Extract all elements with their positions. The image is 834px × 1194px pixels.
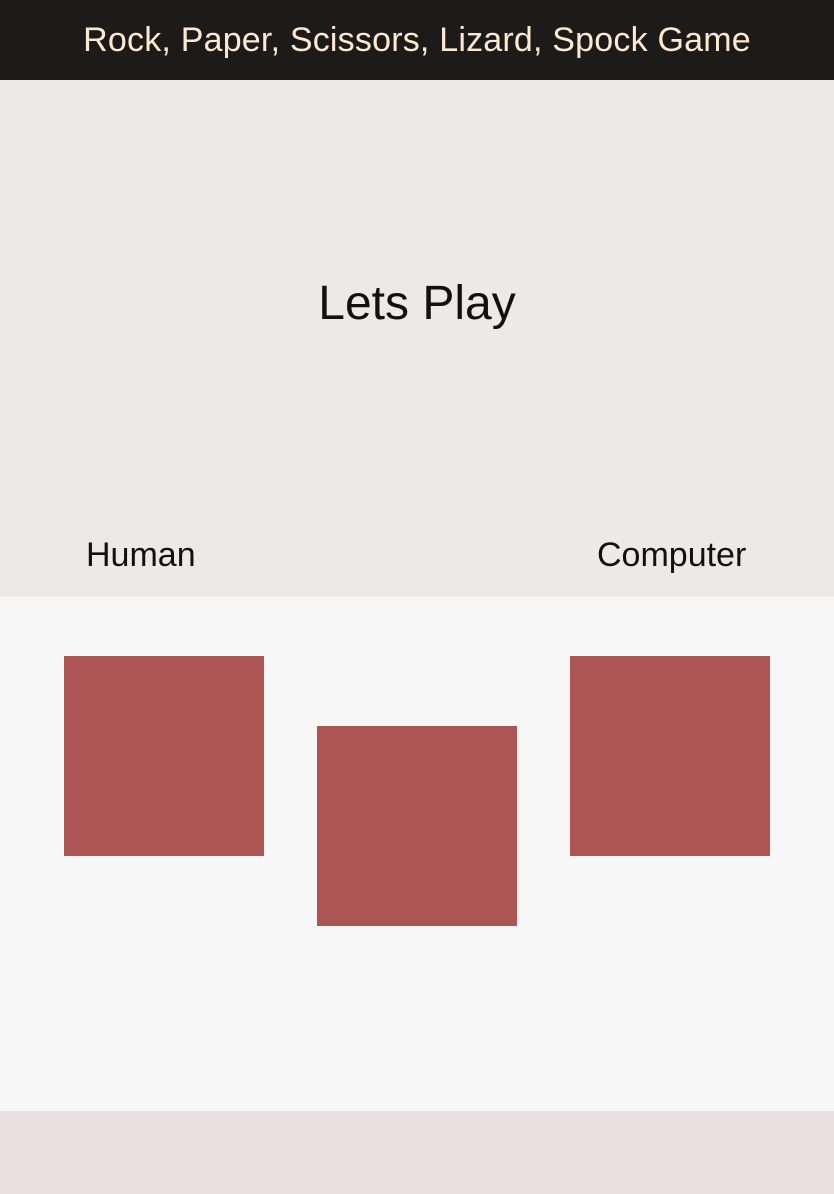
footer	[0, 1111, 834, 1194]
human-label: Human	[86, 536, 196, 574]
app-header: Rock, Paper, Scissors, Lizard, Spock Gam…	[0, 0, 834, 80]
middle-card[interactable]	[317, 726, 517, 926]
app-title: Rock, Paper, Scissors, Lizard, Spock Gam…	[83, 20, 751, 59]
computer-choice-card	[570, 656, 770, 856]
game-board	[0, 597, 834, 1111]
game-status-text: Lets Play	[318, 277, 516, 330]
human-choice-card[interactable]	[64, 656, 264, 856]
game-stage: Lets Play Human Computer	[0, 80, 834, 597]
computer-label: Computer	[597, 536, 747, 574]
